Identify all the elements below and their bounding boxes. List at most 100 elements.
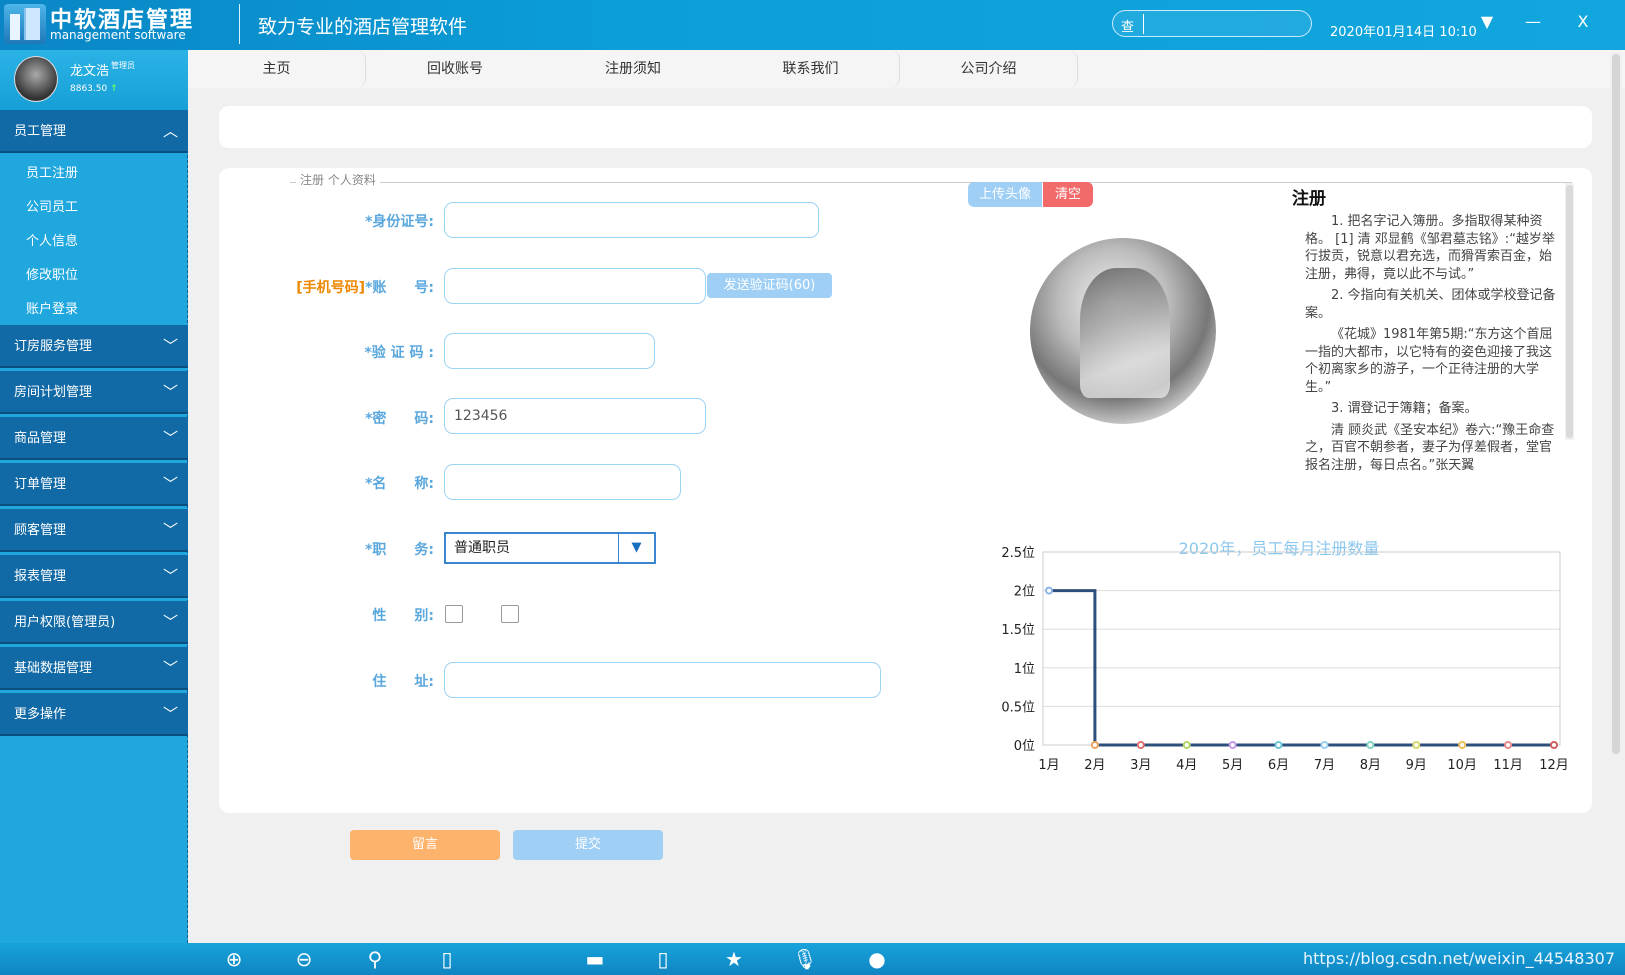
sidebar-item-change-position[interactable]: 修改职位 [26,264,78,283]
sidebar-group-base-data[interactable]: 基础数据管理 ﹀ [0,647,188,690]
name-label: *名 称: [365,476,434,492]
chart-y-tick-label: 2位 [1014,585,1035,600]
chart-point [1274,741,1283,749]
chevron-down-icon: ﹀ [162,567,178,585]
verify-code-label: *验 证 码 : [364,345,434,361]
minimize-button[interactable]: — [1522,12,1544,31]
tab-recycle-account[interactable]: 回收账号 [366,50,544,88]
chart-point [1045,586,1053,595]
chart-point [1366,741,1375,749]
chart-plot-frame [1042,551,1561,746]
page-scrollbar-thumb[interactable] [1612,54,1620,754]
user-role: 管理员 [111,61,136,70]
close-button[interactable]: X [1572,12,1594,31]
tab-register-notice[interactable]: 注册须知 [544,50,722,88]
chart-x-tick-label: 9月 [1406,758,1427,773]
message-button[interactable]: 留言 [350,830,500,860]
search-icon[interactable]: ⚲ [362,947,388,971]
tab-contact[interactable]: 联系我们 [722,50,900,88]
clear-avatar-button[interactable]: 清空 [1043,182,1093,207]
job-select[interactable]: 普通职员 ▼ [444,532,656,564]
chart-y-tick-label: 0位 [1014,739,1035,754]
sidebar-item-company-employees[interactable]: 公司员工 [26,196,78,215]
hotel-logo-icon [4,4,46,44]
job-label: *职 务: [365,542,434,558]
sidebar-group-booking[interactable]: 订房服务管理 ﹀ [0,325,188,368]
chart-point [1412,741,1421,749]
zoom-out-icon[interactable]: ⊖ [291,947,317,971]
sidebar-item-personal-info[interactable]: 个人信息 [26,230,78,249]
chart-x-tick-label: 6月 [1268,758,1289,773]
sidebar-group-more[interactable]: 更多操作 ﹀ [0,693,188,736]
chart-x-axis: 1月 2月 3月 4月 5月 6月 7月 8月 9月 10月 11月 12月 [1038,758,1568,773]
chart-x-tick-label: 7月 [1314,758,1335,773]
user-balance: 8863.50 [70,84,108,94]
sidebar-group-label: 订房服务管理 [14,339,93,354]
id-number-label: *身份证号: [365,214,434,230]
id-number-input[interactable] [444,202,819,238]
gender-checkbox-1[interactable] [445,605,463,623]
job-select-value: 普通职员 [454,540,510,556]
sidebar-group-customers[interactable]: 顾客管理 ﹀ [0,509,188,552]
search-box[interactable]: 查 [1112,10,1312,37]
password-input[interactable]: 123456 [444,398,706,434]
star-icon[interactable]: ★ [721,947,747,971]
user-name: 龙文浩 [70,64,110,79]
chevron-down-icon: ﹀ [162,705,178,723]
tab-company-intro[interactable]: 公司介绍 [900,50,1078,88]
tablet-icon[interactable]: ▯ [650,947,676,971]
microphone-icon[interactable]: 🎙 [792,947,818,971]
globe-icon[interactable]: ● [864,947,890,971]
phone-icon[interactable]: ▯ [434,947,460,971]
sidebar-group-goods[interactable]: 商品管理 ﹀ [0,417,188,460]
sidebar-group-label: 基础数据管理 [14,661,93,676]
sidebar-group-active[interactable]: 员工管理 ︿ [0,110,188,153]
sidebar-group-room-plan[interactable]: 房间计划管理 ﹀ [0,371,188,414]
chart-point [1228,741,1237,749]
address-input[interactable] [444,662,881,698]
avatar-photo [1030,238,1216,424]
chart-x-tick-label: 12月 [1539,758,1569,773]
user-card: 龙文浩 管理员 8863.50 ↑ [0,50,188,110]
zoom-in-icon[interactable]: ⊕ [221,947,247,971]
sidebar-item-employee-register[interactable]: 员工注册 [26,162,78,181]
name-input[interactable] [444,464,681,500]
avatar[interactable] [14,56,58,102]
sidebar-item-account-login[interactable]: 账户登录 [26,298,78,317]
chart-x-tick-label: 10月 [1447,758,1477,773]
chart-y-tick-label: 1.5位 [1001,623,1035,638]
chart-point [1136,741,1145,749]
gender-checkbox-2[interactable] [501,605,519,623]
notice-paragraph: 2. 今指向有关机关、团体或学校登记备案。 [1305,288,1556,321]
submit-button[interactable]: 提交 [513,830,663,860]
sidebar-group-label: 用户权限(管理员) [14,615,116,630]
game-console-icon[interactable]: ▬ [578,947,612,971]
chart-y-axis: 0位 0.5位 1位 1.5位 2位 2.5位 [1001,546,1035,754]
app-subtitle: management software [50,28,186,42]
account-input[interactable] [444,268,706,304]
upload-avatar-button[interactable]: 上传头像 [968,182,1042,207]
chevron-down-icon: ﹀ [162,521,178,539]
sidebar-group-label: 顾客管理 [14,523,67,538]
bottom-toolbar: ⊕ ⊖ ⚲ ▯ ▬ ▯ ★ 🎙 ● https://blog.csdn.net/… [0,943,1625,975]
sidebar-group-permissions[interactable]: 用户权限(管理员) ﹀ [0,601,188,644]
sidebar-group-reports[interactable]: 报表管理 ﹀ [0,555,188,598]
sidebar-group-label: 报表管理 [14,569,67,584]
search-icon[interactable]: 查 [1121,16,1134,35]
chevron-down-icon: ﹀ [162,613,178,631]
tab-home[interactable]: 主页 [188,50,366,88]
sidebar-group-label: 员工管理 [14,124,67,139]
dropdown-button[interactable]: ▼ [1476,12,1498,31]
notice-scrollbar-thumb[interactable] [1566,185,1573,438]
chart-point [1458,741,1467,749]
chart-point [1550,741,1558,749]
account-label-text: *账 号: [365,280,434,296]
verify-code-input[interactable] [444,333,655,369]
sidebar-group-orders[interactable]: 订单管理 ﹀ [0,463,188,506]
datetime-display: 2020年01月14日 10:10 [1330,25,1477,40]
search-input[interactable] [1143,14,1303,34]
chart-x-tick-label: 2月 [1084,758,1105,773]
select-arrow-icon[interactable]: ▼ [618,534,654,562]
send-code-button[interactable]: 发送验证码(60) [707,273,832,298]
chart-x-tick-label: 8月 [1360,758,1381,773]
